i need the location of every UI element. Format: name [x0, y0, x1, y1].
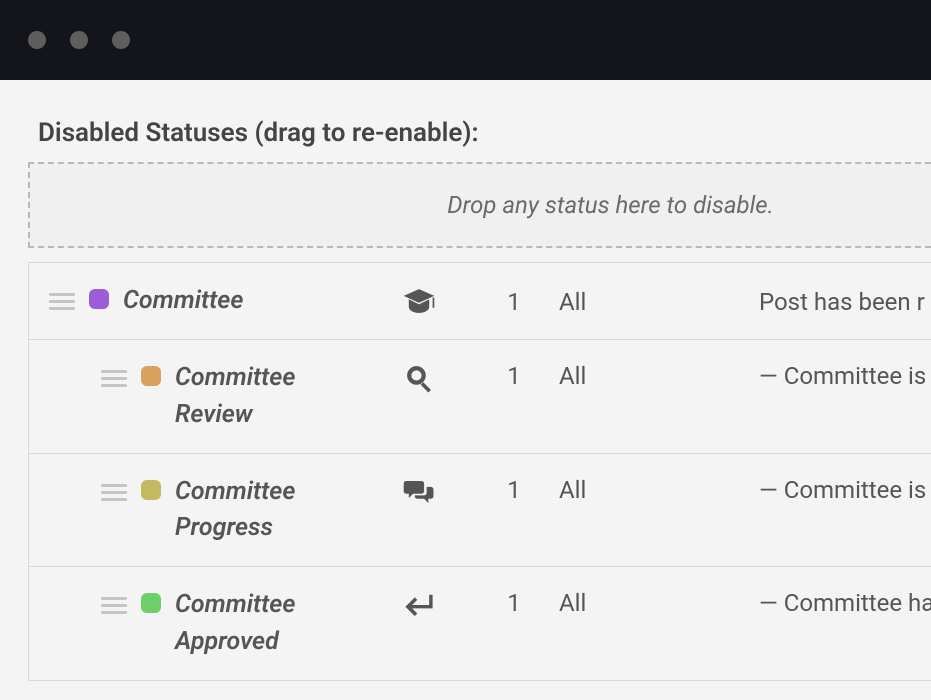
status-description: — Committee is — [759, 474, 931, 504]
return-icon — [369, 587, 469, 623]
status-row[interactable]: Committee Review 1 All — Committee is — [29, 340, 931, 454]
status-color-swatch — [141, 480, 161, 500]
status-name: Committee — [123, 283, 243, 319]
status-description: Post has been r — [759, 286, 931, 316]
titlebar-dot[interactable] — [70, 31, 88, 49]
status-color-swatch — [141, 593, 161, 613]
drag-handle-icon[interactable] — [49, 293, 75, 310]
status-scope: All — [559, 360, 759, 390]
status-count: 1 — [469, 474, 559, 504]
drag-handle-icon[interactable] — [101, 484, 127, 501]
status-description: — Committee ha — [759, 587, 931, 617]
drag-handle-icon[interactable] — [101, 370, 127, 387]
status-count: 1 — [469, 286, 559, 316]
status-name: Committee Approved — [175, 587, 369, 660]
status-color-swatch — [141, 366, 161, 386]
status-color-swatch — [89, 289, 109, 309]
search-icon — [369, 360, 469, 396]
graduation-cap-icon — [369, 283, 469, 319]
status-scope: All — [559, 286, 759, 316]
status-count: 1 — [469, 587, 559, 617]
status-count: 1 — [469, 360, 559, 390]
drag-handle-icon[interactable] — [101, 597, 127, 614]
status-row[interactable]: Committee 1 All Post has been r — [29, 263, 931, 340]
status-name-cell: Committee Review — [29, 360, 369, 433]
status-name: Committee Progress — [175, 474, 369, 547]
status-row[interactable]: Committee Approved 1 All — Committee ha — [29, 567, 931, 681]
status-name-cell: Committee — [29, 283, 369, 319]
status-scope: All — [559, 587, 759, 617]
window-titlebar — [0, 0, 931, 80]
disable-dropzone[interactable]: Drop any status here to disable. — [28, 162, 931, 248]
status-name-cell: Committee Progress — [29, 474, 369, 547]
dropzone-hint: Drop any status here to disable. — [187, 191, 774, 219]
content-area: Disabled Statuses (drag to re-enable): D… — [0, 80, 931, 681]
status-scope: All — [559, 474, 759, 504]
status-description: — Committee is — [759, 360, 931, 390]
titlebar-dot[interactable] — [28, 31, 46, 49]
comments-icon — [369, 474, 469, 510]
titlebar-dot[interactable] — [112, 31, 130, 49]
status-list: Committee 1 All Post has been r Committe… — [28, 262, 931, 681]
status-name-cell: Committee Approved — [29, 587, 369, 660]
status-row[interactable]: Committee Progress 1 All — Committee is — [29, 454, 931, 568]
status-name: Committee Review — [175, 360, 369, 433]
section-title: Disabled Statuses (drag to re-enable): — [28, 80, 931, 162]
